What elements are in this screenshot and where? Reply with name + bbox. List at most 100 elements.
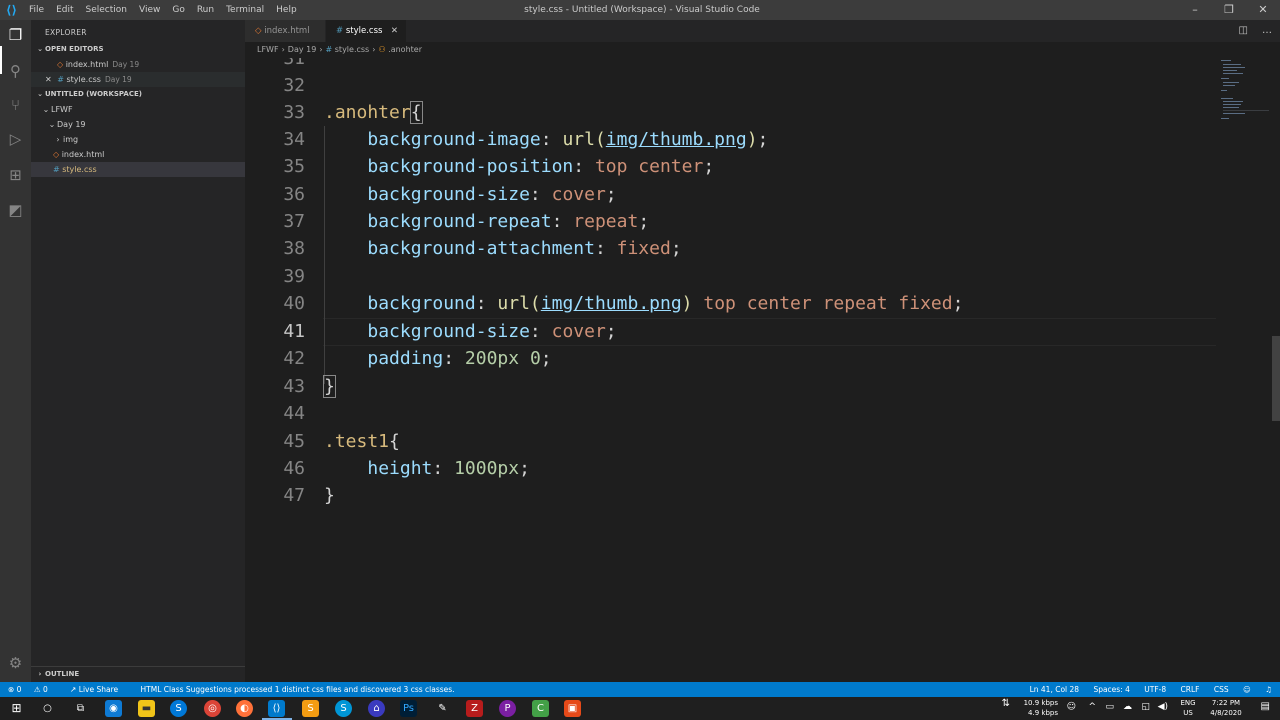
warning-count: 0 <box>42 685 48 694</box>
volume-icon[interactable]: ◀) <box>1158 702 1168 712</box>
code-line: 40 background: url(img/thumb.png) top ce… <box>245 290 1280 317</box>
remote-explorer-icon[interactable]: ◩ <box>6 201 25 220</box>
minimap[interactable] <box>1217 58 1269 128</box>
sublime-icon[interactable]: S <box>302 700 319 717</box>
line-number: 37 <box>283 211 305 232</box>
breadcrumb-item[interactable]: Day 19 <box>288 45 317 54</box>
close-icon[interactable]: ✕ <box>1246 0 1280 20</box>
tab-style-css[interactable]: # style.css ✕ <box>326 20 406 42</box>
extensions-icon[interactable]: ⊞ <box>6 166 25 185</box>
battery-icon[interactable]: ▭ <box>1105 702 1114 712</box>
open-editor-index-html[interactable]: ◇ index.html Day 19 <box>31 57 245 72</box>
chrome-icon[interactable]: ◎ <box>204 700 221 717</box>
vertical-scrollbar[interactable] <box>1272 336 1280 421</box>
phpstorm-icon[interactable]: P <box>499 700 516 717</box>
problems-indicator[interactable]: ⊗ 0 ⚠ 0 <box>8 685 58 694</box>
open-editors-label: OPEN EDITORS <box>45 45 104 53</box>
file-explorer-icon[interactable]: ▬ <box>138 700 155 717</box>
task-view-icon[interactable]: ⧉ <box>72 700 89 717</box>
line-number: 40 <box>283 293 305 314</box>
photoshop-icon[interactable]: Ps <box>400 700 417 717</box>
activity-bar: ❐ ⚲ ⑂ ▷ ⊞ ◩ ⚙ <box>0 20 31 682</box>
source-control-icon[interactable]: ⑂ <box>6 96 25 115</box>
breadcrumb-item[interactable]: LFWF <box>257 45 279 54</box>
open-editors-header[interactable]: ⌄ OPEN EDITORS <box>31 42 245 57</box>
open-editor-name: index.html <box>65 60 109 69</box>
skype-icon[interactable]: ◉ <box>105 700 122 717</box>
search-icon[interactable]: ○ <box>39 700 56 717</box>
close-icon[interactable]: ✕ <box>391 20 398 42</box>
language-mode[interactable]: CSS <box>1214 685 1229 694</box>
breadcrumb-item[interactable]: .anohter <box>388 45 422 54</box>
run-debug-icon[interactable]: ▷ <box>6 130 25 149</box>
breadcrumb-item[interactable]: style.css <box>335 45 369 54</box>
clock[interactable]: 7:22 PM 4/8/2020 <box>1204 698 1248 718</box>
filezilla-icon[interactable]: Z <box>466 700 483 717</box>
skype-app-icon[interactable]: S <box>170 700 187 717</box>
split-editor-icon[interactable]: ◫ <box>1239 20 1248 42</box>
cursor-position[interactable]: Ln 41, Col 28 <box>1030 685 1079 694</box>
feedback-icon[interactable]: ☺ <box>1243 685 1251 694</box>
status-bar: ⊗ 0 ⚠ 0 ↗ Live Share HTML Class Suggesti… <box>0 682 1280 697</box>
pen-icon[interactable]: ✎ <box>434 700 451 717</box>
folder-lfwf[interactable]: ⌄ LFWF <box>31 102 245 117</box>
close-icon[interactable]: ✕ <box>45 75 52 84</box>
gear-icon[interactable]: ⚙ <box>6 654 25 673</box>
chevron-up-icon[interactable]: ^ <box>1088 702 1096 712</box>
open-editor-folder: Day 19 <box>112 60 140 69</box>
language-indicator[interactable]: ENG US <box>1176 698 1200 718</box>
live-share-label: Live Share <box>78 685 119 694</box>
file-index-html[interactable]: ◇ index.html <box>31 147 245 162</box>
people-icon[interactable]: ☺ <box>1067 702 1076 712</box>
folder-img[interactable]: › img <box>31 132 245 147</box>
code-text: background-position: top center; <box>367 156 715 177</box>
code-text: } <box>324 485 335 506</box>
file-label: index.html <box>61 150 105 159</box>
search-icon[interactable]: ⚲ <box>6 62 25 81</box>
firefox-icon[interactable]: ◐ <box>236 700 253 717</box>
outline-header[interactable]: › OUTLINE <box>31 666 245 681</box>
code-text: } <box>323 375 336 398</box>
app-chat-icon[interactable]: ⌂ <box>368 700 385 717</box>
line-number: 47 <box>283 485 305 506</box>
encoding[interactable]: UTF-8 <box>1144 685 1166 694</box>
active-indicator <box>0 46 2 74</box>
app-s-icon[interactable]: S <box>335 700 352 717</box>
tab-index-html[interactable]: ◇ index.html <box>245 20 325 42</box>
explorer-icon[interactable]: ❐ <box>6 26 25 45</box>
minimize-icon[interactable]: – <box>1178 0 1212 20</box>
live-share-button[interactable]: ↗ Live Share <box>70 685 128 694</box>
folder-day-19[interactable]: ⌄ Day 19 <box>31 117 245 132</box>
code-text: background: url(img/thumb.png) top cente… <box>367 293 964 314</box>
window-title: style.css - Untitled (Workspace) - Visua… <box>524 5 760 15</box>
notification-icon[interactable]: ▤ <box>1261 702 1270 712</box>
file-label: style.css <box>62 165 97 174</box>
line-number: 31 <box>283 58 305 69</box>
restore-icon[interactable]: ❐ <box>1212 0 1246 20</box>
file-style-css[interactable]: # style.css <box>31 162 245 177</box>
folder-label: LFWF <box>51 105 73 114</box>
vscode-taskbar-icon[interactable]: ⟨⟩ <box>268 700 285 717</box>
explorer-sidebar: EXPLORER ⌄ OPEN EDITORS ◇ index.html Day 1… <box>31 20 245 682</box>
network-icon[interactable]: ◱ <box>1141 702 1150 712</box>
code-text: height: 1000px; <box>367 458 530 479</box>
bell-icon[interactable]: ♫ <box>1265 685 1272 694</box>
language-label: ENG <box>1180 699 1196 707</box>
camtasia-icon[interactable]: C <box>532 700 549 717</box>
cloud-icon[interactable]: ☁ <box>1123 702 1132 712</box>
recorder-icon[interactable]: ▣ <box>564 700 581 717</box>
indentation[interactable]: Spaces: 4 <box>1093 685 1129 694</box>
line-number: 43 <box>283 376 305 397</box>
open-editor-style-css[interactable]: ✕ # style.css Day 19 <box>31 72 245 87</box>
chevron-right-icon: › <box>372 45 376 54</box>
code-line: 38 background-attachment: fixed; <box>245 235 1280 262</box>
line-number: 44 <box>283 403 305 424</box>
html-file-icon: ◇ <box>255 26 262 36</box>
code-line: 31 <box>245 58 1280 72</box>
more-actions-icon[interactable]: … <box>1262 20 1272 42</box>
code-editor[interactable]: 31 32 33 .anohter{ 34 background-image: u… <box>245 58 1280 682</box>
clock-date: 4/8/2020 <box>1210 709 1242 717</box>
workspace-header[interactable]: ⌄ UNTITLED (WORKSPACE) <box>31 87 245 102</box>
windows-start-icon[interactable]: ⊞ <box>8 700 25 717</box>
line-ending[interactable]: CRLF <box>1181 685 1200 694</box>
